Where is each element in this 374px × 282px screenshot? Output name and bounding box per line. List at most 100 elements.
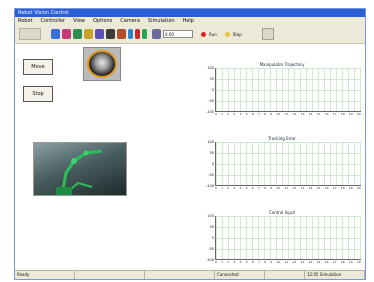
x-tick-label: 20 [356, 260, 361, 264]
x-tick-label: 12 [292, 186, 297, 190]
x-tick-label: 0 [215, 186, 217, 190]
y-tick-label: -50 [208, 173, 214, 177]
x-tick-label: 2 [227, 260, 230, 264]
plot-tracking-error: Tracking Error 100 50 0 -50 -100 0123456… [203, 136, 361, 192]
menu-options[interactable]: Options [93, 17, 112, 25]
x-tick-label: 10 [276, 186, 281, 190]
x-tick-label: 17 [332, 186, 337, 190]
x-tick-label: 16 [324, 186, 329, 190]
x-tick-label: 17 [332, 260, 337, 264]
plot-grid [215, 68, 361, 112]
stop-indicator-label: Stop [232, 31, 242, 37]
menu-camera[interactable]: Camera [120, 17, 140, 25]
tool-icon[interactable] [117, 29, 126, 39]
x-tick-label: 4 [239, 112, 242, 116]
robot-arm-icon [56, 149, 103, 195]
move-icon[interactable] [51, 29, 60, 39]
x-tick-label: 4 [239, 260, 242, 264]
toolbar: 0.00 Run Stop [15, 25, 365, 44]
x-tick-label: 5 [245, 112, 248, 116]
status-cell [265, 271, 305, 279]
axis-y-icon[interactable] [135, 29, 140, 39]
y-tick-label: -100 [206, 110, 214, 114]
status-bar: Ready Connected 12:05 Simulation [15, 270, 365, 279]
y-tick-label: -100 [206, 184, 214, 188]
x-tick-label: 5 [245, 260, 248, 264]
status-cell [75, 271, 145, 279]
menu-help[interactable]: Help [183, 17, 194, 25]
rotate-icon[interactable] [95, 29, 104, 39]
joint-icon[interactable] [73, 29, 82, 39]
x-tick-label: 14 [308, 186, 313, 190]
menu-robot[interactable]: Robot [18, 17, 33, 25]
x-tick-label: 7 [257, 260, 260, 264]
x-tick-label: 1 [221, 260, 224, 264]
x-tick-label: 13 [300, 112, 305, 116]
main-panel: Move Stop Manipulator Trajectory 100 50 … [15, 44, 365, 272]
y-tick-label: 0 [211, 236, 214, 240]
y-axis: 100 50 0 -50 -100 [203, 66, 215, 114]
robot-scene-view [33, 142, 127, 196]
x-tick-label: 19 [348, 260, 353, 264]
plot-trajectory: Manipulator Trajectory 100 50 0 -50 -100… [203, 62, 361, 118]
x-tick-label: 9 [270, 260, 273, 264]
camera-lens-ring [87, 50, 117, 78]
x-tick-label: 0 [215, 112, 217, 116]
move-button[interactable]: Move [23, 59, 53, 75]
x-tick-label: 15 [316, 260, 321, 264]
x-tick-label: 5 [245, 186, 248, 190]
status-cell [145, 271, 215, 279]
x-tick-label: 7 [257, 186, 260, 190]
value-input[interactable]: 0.00 [163, 30, 193, 38]
x-tick-label: 20 [356, 112, 361, 116]
y-tick-label: -50 [208, 247, 214, 251]
toolbar-blank-button[interactable] [19, 28, 41, 40]
axis-z-icon[interactable] [142, 29, 147, 39]
x-tick-label: 10 [276, 260, 281, 264]
y-tick-label: 100 [207, 214, 214, 218]
x-tick-label: 6 [251, 186, 254, 190]
x-tick-label: 3 [233, 112, 236, 116]
axis-x-icon[interactable] [128, 29, 133, 39]
y-tick-label: 0 [211, 162, 214, 166]
plot-grid [215, 142, 361, 186]
camera-view-circular [83, 47, 121, 81]
x-tick-label: 8 [264, 260, 267, 264]
run-indicator-label: Run [209, 31, 217, 37]
x-tick-label: 12 [292, 112, 297, 116]
x-tick-label: 10 [276, 112, 281, 116]
app-window: Robot Vision Control Robot Controller Vi… [14, 8, 366, 280]
target-icon[interactable] [152, 29, 161, 39]
x-tick-label: 2 [227, 112, 230, 116]
x-tick-label: 17 [332, 112, 337, 116]
gripper-icon[interactable] [62, 29, 71, 39]
x-tick-label: 3 [233, 186, 236, 190]
x-tick-label: 15 [316, 186, 321, 190]
plot-grid [215, 216, 361, 260]
menu-bar: Robot Controller View Options Camera Sim… [15, 17, 365, 25]
menu-simulation[interactable]: Simulation [148, 17, 175, 25]
stop-button[interactable]: Stop [23, 86, 53, 102]
y-tick-label: 0 [211, 88, 214, 92]
arm-icon[interactable] [106, 29, 115, 39]
menu-view[interactable]: View [73, 17, 85, 25]
x-tick-label: 18 [340, 112, 345, 116]
x-tick-label: 8 [264, 186, 267, 190]
y-axis: 100 50 0 -50 -100 [203, 140, 215, 188]
x-tick-label: 11 [284, 186, 289, 190]
camera-icon[interactable] [84, 29, 93, 39]
x-tick-label: 16 [324, 260, 329, 264]
status-cell: Connected [215, 271, 265, 279]
status-cell: 12:05 Simulation [305, 271, 365, 279]
x-tick-label: 3 [233, 260, 236, 264]
x-axis: 0 1 2 3 4 5 6 7 8 9 10 11 12 13 14 15 16 17 18 19 20 [215, 112, 361, 118]
x-tick-label: 9 [270, 112, 273, 116]
toolbar-end-button[interactable] [261, 28, 274, 40]
window-title: Robot Vision Control [15, 9, 365, 17]
menu-controller[interactable]: Controller [41, 17, 66, 25]
x-tick-label: 6 [251, 260, 254, 264]
x-tick-label: 16 [324, 112, 329, 116]
y-axis: 100 50 0 -50 -100 [203, 214, 215, 262]
plot-control-input: Control Input 100 50 0 -50 -100 01234567… [203, 210, 361, 266]
x-tick-label: 18 [340, 260, 345, 264]
